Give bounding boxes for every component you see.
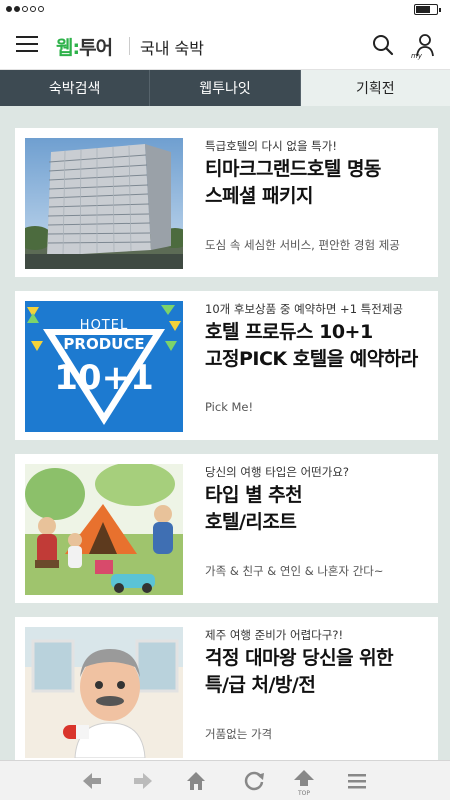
promotion-subtitle: 당신의 여행 타입은 어떤가요? [205, 465, 350, 479]
tab-accommodation-search[interactable]: 숙박검색 [0, 70, 150, 106]
svg-text:my: my [411, 52, 423, 60]
promotion-title: 티마크그랜드호텔 명동 스페셜 패키지 [205, 158, 381, 207]
promotion-title: 걱정 대마왕 당신을 위한 특/급 처/방/전 [205, 647, 394, 696]
back-arrow-icon[interactable] [80, 769, 104, 793]
battery-icon [414, 4, 441, 15]
my-account-icon[interactable]: my [410, 32, 436, 60]
family-camping-illustration [25, 464, 183, 595]
tab-webtonight[interactable]: 웹투나잇 [149, 70, 300, 106]
search-icon[interactable] [372, 34, 394, 56]
promotion-title: 호텔 프로듀스 10+1 고정PICK 호텔을 예약하라 [205, 321, 418, 370]
promotion-list: 특급호텔의 다시 없을 특가! 티마크그랜드호텔 명동 스페셜 패키지 도심 속… [0, 106, 450, 760]
promotion-subtitle: 제주 여행 준비가 어렵다구?! [205, 628, 344, 642]
browser-menu-icon[interactable] [345, 769, 369, 793]
svg-text:HOTEL: HOTEL [80, 318, 128, 333]
page-title: 국내 숙박 [140, 39, 204, 58]
doctor-cartoon-illustration [25, 627, 183, 758]
promotion-description: Pick Me! [205, 400, 254, 414]
promotion-subtitle: 10개 후보상품 중 예약하면 +1 특전제공 [205, 302, 403, 316]
promotion-subtitle: 특급호텔의 다시 없을 특가! [205, 139, 337, 153]
promotion-description: 도심 속 세심한 서비스, 편안한 경험 제공 [205, 238, 400, 252]
home-icon[interactable] [184, 769, 208, 793]
category-tabs: 숙박검색 웹투나잇 기획전 [0, 70, 450, 106]
top-icon [294, 770, 314, 786]
svg-text:10+1: 10+1 [54, 358, 153, 398]
app-header: 웹:투어 국내 숙박 my [0, 20, 450, 70]
promotion-card-hotel-produce[interactable]: HOTEL PRODUCE 10+1 10개 후보상품 중 예약하면 +1 특전… [15, 291, 438, 440]
promotion-card-tmark-hotel[interactable]: 특급호텔의 다시 없을 특가! 티마크그랜드호텔 명동 스페셜 패키지 도심 속… [15, 128, 438, 277]
scroll-top-button[interactable]: TOP [292, 769, 316, 797]
browser-nav-bar: TOP [0, 760, 450, 800]
refresh-icon[interactable] [242, 769, 266, 793]
hotel-building-photo [25, 138, 183, 269]
hotel-produce-logo: HOTEL PRODUCE 10+1 [25, 301, 183, 432]
webtour-logo[interactable]: 웹:투어 [56, 33, 113, 60]
status-bar [0, 0, 450, 20]
svg-text:PRODUCE: PRODUCE [63, 335, 144, 353]
header-divider [129, 37, 130, 55]
promotion-description: 거품없는 가격 [205, 727, 273, 741]
hamburger-menu-icon[interactable] [16, 36, 38, 54]
promotion-title: 타입 별 추천 호텔/리조트 [205, 484, 303, 533]
promotion-card-travel-type[interactable]: 당신의 여행 타입은 어떤가요? 타입 별 추천 호텔/리조트 가족 & 친구 … [15, 454, 438, 603]
promotion-card-jeju-prescription[interactable]: 제주 여행 준비가 어렵다구?! 걱정 대마왕 당신을 위한 특/급 처/방/전… [15, 617, 438, 760]
forward-arrow-icon[interactable] [131, 769, 155, 793]
promotion-description: 가족 & 친구 & 연인 & 나혼자 간다~ [205, 564, 384, 578]
signal-strength-icon [6, 6, 44, 12]
tab-special-promotions[interactable]: 기획전 [299, 70, 450, 106]
